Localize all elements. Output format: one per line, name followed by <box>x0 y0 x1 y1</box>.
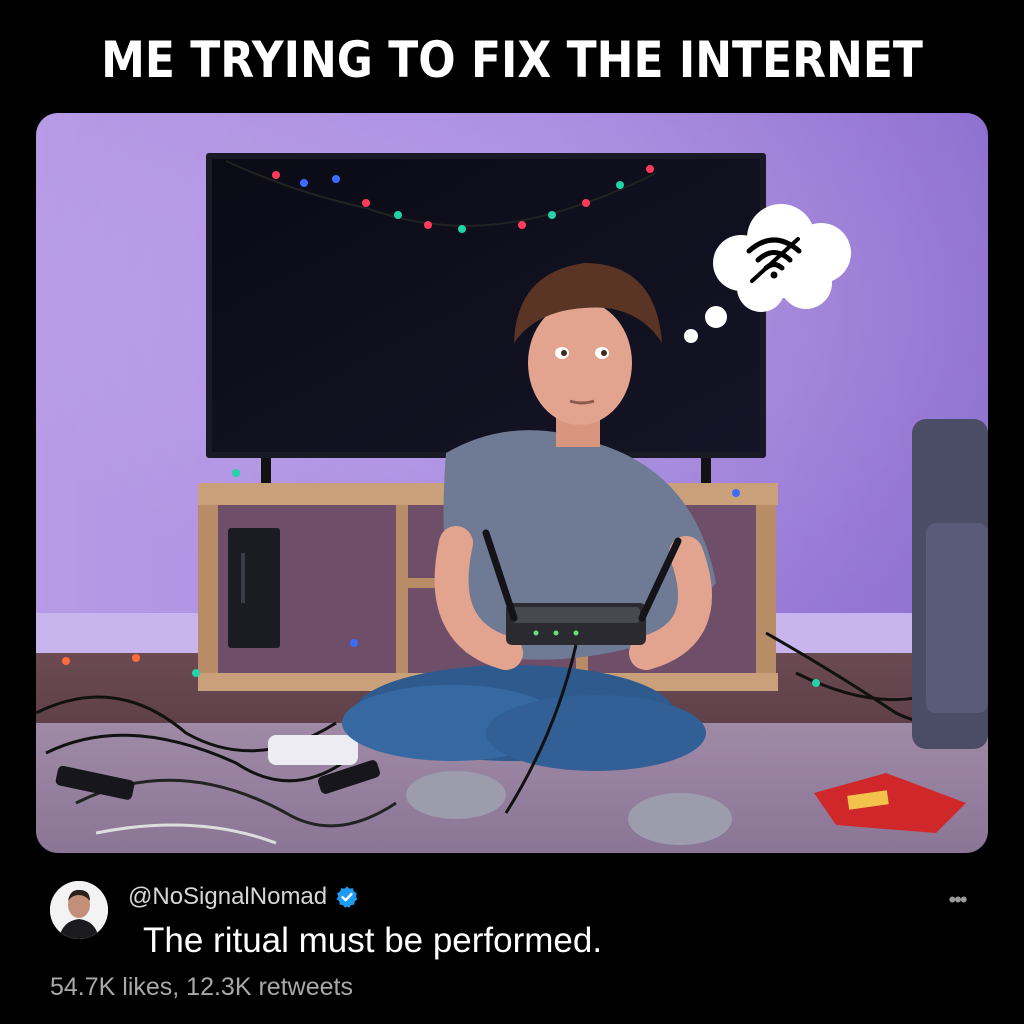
meme-photo <box>36 113 988 853</box>
tweet-card: @NoSignalNomad The ritual must be perfor… <box>0 853 1024 1024</box>
verified-badge-icon <box>336 886 358 908</box>
tweet-text: The ritual must be performed. <box>143 921 603 960</box>
user-handle[interactable]: @NoSignalNomad <box>128 883 327 911</box>
tweet-header: @NoSignalNomad <box>128 881 359 913</box>
more-options-icon[interactable]: ••• <box>940 887 974 912</box>
user-avatar[interactable] <box>50 881 108 939</box>
engagement-stats: 54.7K likes, 12.3K retweets <box>50 973 353 1001</box>
meme-title: ME TRYING TO FIX THE INTERNET <box>101 31 923 89</box>
